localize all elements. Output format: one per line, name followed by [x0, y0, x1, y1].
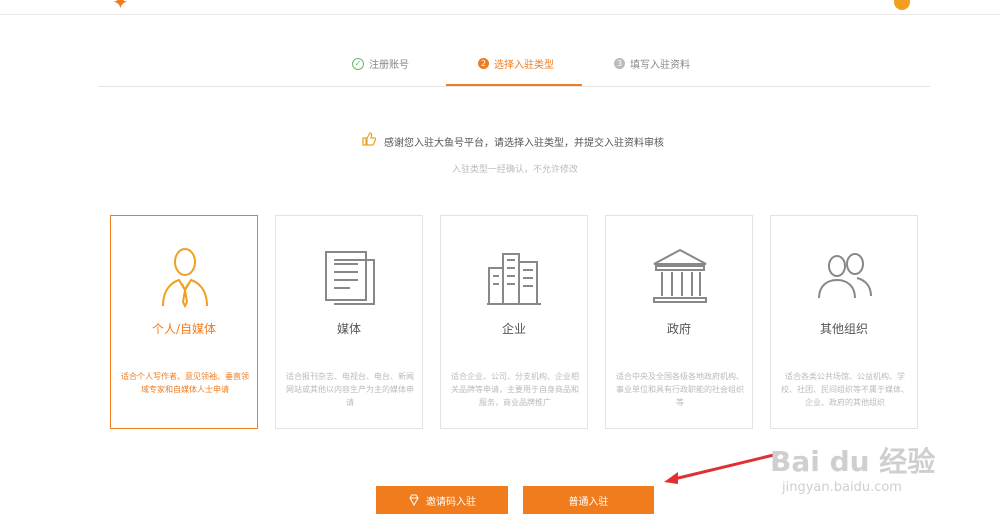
notice: 感谢您入驻大鱼号平台，请选择入驻类型，并提交入驻资料审核 [362, 132, 664, 150]
watermark-url: jingyan.baidu.com [782, 480, 902, 495]
user-avatar[interactable] [894, 0, 910, 10]
card-description: 适合报刊杂志、电视台、电台、新闻网站或其他以内容生产为主的媒体申请 [286, 372, 414, 407]
person-tie-icon [155, 244, 215, 309]
step-label: 填写入驻资料 [630, 60, 690, 71]
normal-register-button[interactable]: 普通入驻 [523, 486, 654, 514]
card-enterprise[interactable]: 企业 适合企业、公司、分支机构、企业相关品牌等申请，主要用于自身商品和服务，商业… [440, 215, 588, 429]
step-register: ✓ 注册账号 [352, 56, 409, 71]
card-media[interactable]: 媒体 适合报刊杂志、电视台、电台、新闻网站或其他以内容生产为主的媒体申请 [275, 215, 423, 429]
invite-code-button[interactable]: 邀请码入驻 [376, 486, 508, 514]
top-bar: ✦ [0, 0, 1000, 15]
document-icon [320, 244, 380, 308]
card-title: 媒体 [336, 322, 361, 336]
card-title: 政府 [666, 322, 691, 336]
step-select-type: 2 选择入驻类型 [478, 56, 554, 71]
card-government[interactable]: 政府 适合中央及全国各级各地政府机构、事业单位和具有行政职能的社会组织等 [605, 215, 753, 429]
buildings-icon [485, 244, 545, 308]
card-title: 个人/自媒体 [151, 322, 217, 336]
button-label: 邀请码入驻 [426, 496, 476, 508]
check-icon: ✓ [352, 57, 364, 70]
card-title: 其他组织 [819, 322, 868, 336]
logo-icon[interactable]: ✦ [112, 0, 129, 14]
card-description: 适合企业、公司、分支机构、企业相关品牌等申请，主要用于自身商品和服务，商业品牌推… [451, 372, 579, 407]
group-icon [815, 244, 875, 308]
watermark: Bai du 经验 jingyan.baidu.com [770, 440, 950, 500]
step-number: 3 [614, 58, 625, 69]
notice-text: 感谢您入驻大鱼号平台，请选择入驻类型，并提交入驻资料审核 [384, 137, 664, 149]
card-title: 企业 [501, 322, 526, 336]
step-indicator: ✓ 注册账号 2 选择入驻类型 3 填写入驻资料 [98, 48, 930, 87]
government-building-icon [650, 244, 710, 308]
watermark-logo: Bai du 经验 [770, 445, 936, 478]
card-description: 适合个人写作者、意见领袖、垂直领域专家和自媒体人士申请 [121, 372, 249, 394]
thumbs-up-icon [362, 132, 377, 150]
step-number: 2 [478, 58, 489, 69]
active-step-underline [446, 84, 582, 86]
step-label: 注册账号 [369, 60, 409, 71]
button-label: 普通入驻 [568, 496, 609, 508]
card-other-org[interactable]: 其他组织 适合各类公共场馆、公益机构、学校、社团、民间组织等不属于媒体、企业、政… [770, 215, 918, 429]
step-label: 选择入驻类型 [494, 60, 554, 71]
step-fill-info: 3 填写入驻资料 [614, 56, 690, 71]
card-description: 适合中央及全国各级各地政府机构、事业单位和具有行政职能的社会组织等 [616, 372, 744, 407]
card-personal[interactable]: 个人/自媒体 适合个人写作者、意见领袖、垂直领域专家和自媒体人士申请 [110, 215, 258, 429]
arrow-annotation [664, 452, 779, 484]
notice-subtext: 入驻类型一经确认，不允许修改 [451, 165, 578, 175]
card-description: 适合各类公共场馆、公益机构、学校、社团、民间组织等不属于媒体、企业、政府的其他组… [781, 372, 909, 407]
diamond-icon [409, 494, 419, 506]
